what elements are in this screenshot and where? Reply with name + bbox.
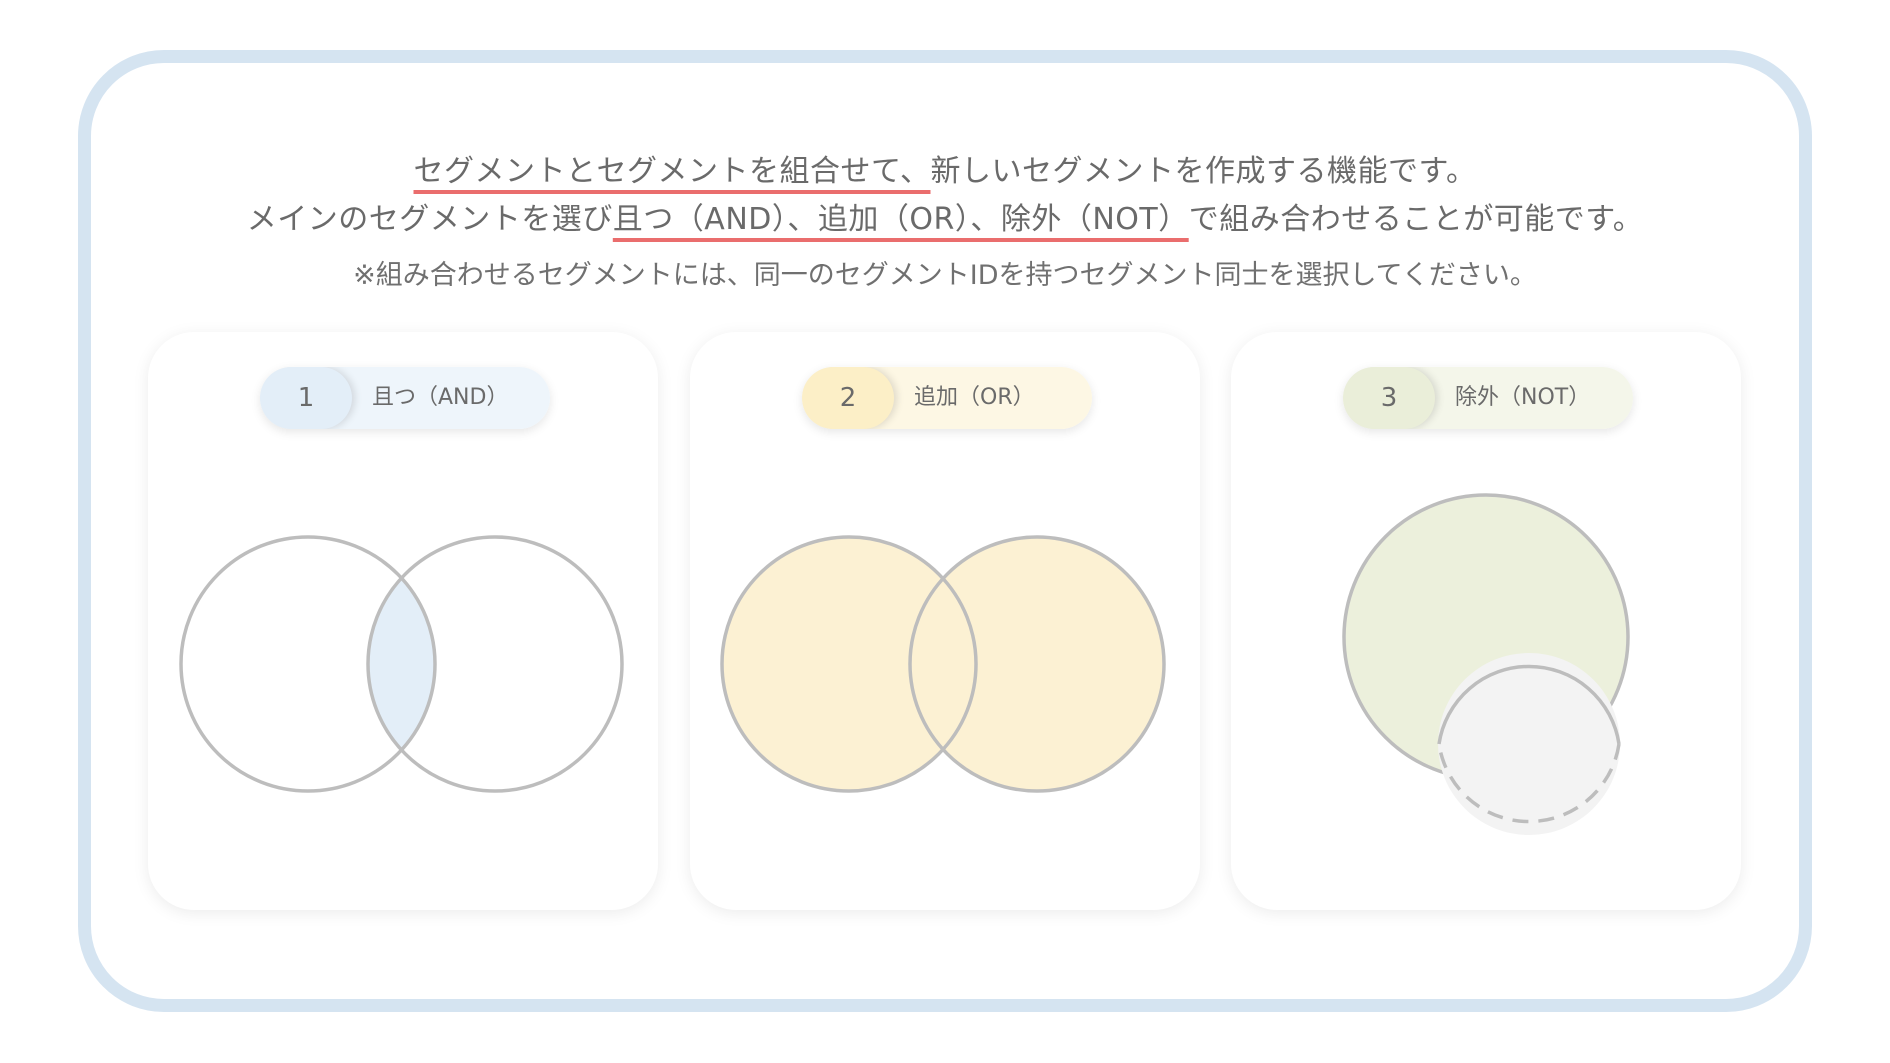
venn-or-diagram: [720, 535, 1166, 793]
intro-line-1-rest: 新しいセグメントを作成する機能です。: [930, 154, 1477, 189]
intro-text: セグメントとセグメントを組合せて、新しいセグメントを作成する機能です。 メインの…: [0, 148, 1890, 296]
card-and: 且つ（AND） 1: [148, 332, 658, 910]
intro-line-1: セグメントとセグメントを組合せて、新しいセグメントを作成する機能です。: [0, 148, 1890, 196]
card-not: 除外（NOT） 3: [1231, 332, 1741, 910]
intro-line-2-start: メインのセグメントを選び: [246, 202, 613, 237]
intro-note: ※組み合わせるセグメントには、同一のセグメントIDを持つセグメント同士を選択して…: [353, 260, 1537, 291]
not-excluded-fill: [1438, 653, 1620, 835]
intro-line-2: メインのセグメントを選び且つ（AND）、追加（OR）、除外（NOT）で組み合わせ…: [0, 196, 1890, 244]
card-or: 追加（OR） 2: [690, 332, 1200, 910]
intro-line-2-end: で組み合わせることが可能です。: [1188, 202, 1644, 237]
intro-line-2-highlight: 且つ（AND）、追加（OR）、除外（NOT）: [612, 202, 1189, 237]
venn-and-diagram: [179, 535, 624, 793]
venn-not-diagram: [1342, 493, 1630, 835]
intro-line-1-highlight: セグメントとセグメントを組合せて、: [413, 154, 931, 189]
